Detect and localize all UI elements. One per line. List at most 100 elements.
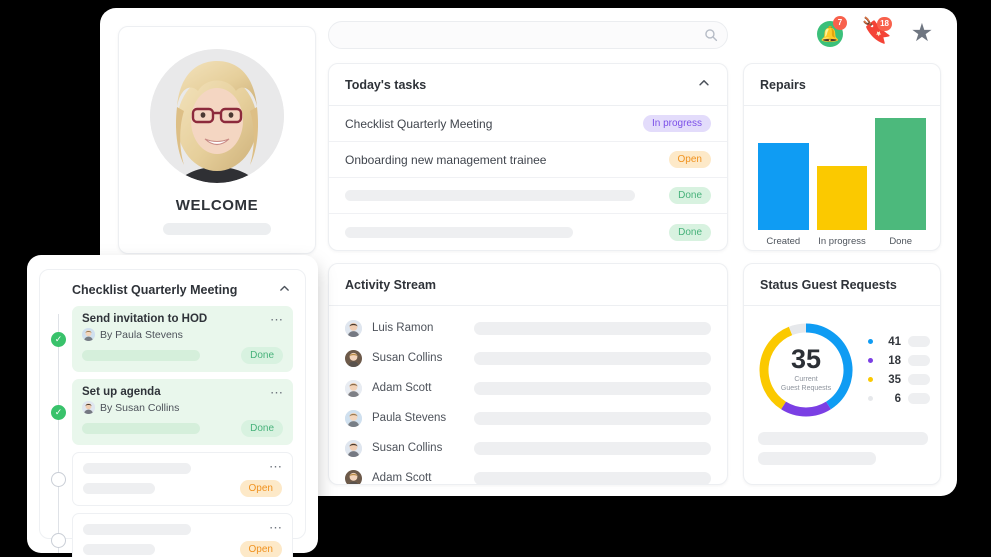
list-item[interactable]: Susan Collins [329, 344, 727, 372]
table-row[interactable]: Onboarding new management trainee Open [329, 142, 727, 178]
checklist-node-done[interactable]: ✓ [51, 331, 66, 347]
activity-user-name: Adam Scott [372, 472, 432, 484]
activity-user-name: Paula Stevens [372, 412, 447, 424]
footer-placeholder-bar [758, 452, 876, 465]
screenshot-stage: 🔔 7 🔖 18 ★ WELCOME Today's tasks Checkli… [0, 0, 991, 557]
legend-label-placeholder [908, 374, 930, 385]
activity-stream-title: Activity Stream [345, 277, 437, 292]
list-item[interactable]: Adam Scott [329, 374, 727, 402]
page-title: Today's tasks [345, 77, 427, 92]
checklist-node-open[interactable] [51, 471, 66, 487]
activity-text-placeholder [474, 411, 711, 425]
status-badge: Done [241, 347, 283, 364]
activity-stream-card: Activity Stream Luis Ramon Susan Collins A… [328, 263, 728, 485]
bar-axis-labels: Created In progress Done [758, 236, 926, 247]
checklist-floating-panel: Checklist Quarterly Meeting ⋯ Send invita… [27, 255, 318, 557]
guest-requests-header: Status Guest Requests [744, 264, 940, 306]
avatar [345, 349, 362, 367]
checklist-item[interactable]: ⋯ Open [72, 513, 293, 557]
avatar [150, 49, 284, 183]
status-badge: Open [239, 480, 282, 497]
guest-requests-card: Status Guest Requests 35 Current Guest R… [743, 263, 941, 485]
checklist-item[interactable]: ⋯ Send invitation to HOD By Paula Stevens D… [72, 306, 293, 372]
bar-group [758, 118, 927, 230]
bar-label: In progress [818, 236, 866, 247]
todays-tasks-card: Today's tasks Checklist Quarterly Meetin… [328, 63, 728, 251]
table-row[interactable]: Done [329, 214, 727, 250]
checklist-card: Checklist Quarterly Meeting ⋯ Send invita… [39, 269, 306, 557]
status-badge: Done [241, 420, 283, 437]
profile-card: WELCOME [118, 26, 316, 254]
donut-center-label: 35 Current Guest Requests [754, 318, 858, 422]
checklist-item-byline: By Paula Stevens [82, 328, 283, 341]
guest-requests-title: Status Guest Requests [760, 277, 897, 292]
avatar [345, 409, 362, 427]
list-item[interactable]: Adam Scott [329, 464, 727, 484]
task-name: Checklist Quarterly Meeting [345, 116, 493, 131]
repairs-bar-chart: Created In progress Done [744, 106, 940, 250]
donut-caption: Current Guest Requests [781, 376, 831, 394]
legend-color-dot [868, 396, 873, 401]
checklist-node-done[interactable]: ✓ [51, 404, 66, 420]
checklist-item-placeholder [82, 350, 200, 361]
search-icon [704, 28, 718, 42]
checklist-item-title-placeholder [83, 524, 191, 535]
status-badge: Done [669, 187, 711, 204]
donut-caption-line2: Guest Requests [780, 385, 832, 392]
activity-user-name: Susan Collins [372, 442, 443, 454]
notifications-badge: 7 [833, 16, 847, 30]
more-options-icon[interactable]: ⋯ [269, 460, 283, 473]
checklist-item-title: Send invitation to HOD [82, 313, 208, 325]
favorites-button[interactable]: ★ [907, 18, 937, 48]
bar-column [816, 118, 868, 230]
legend-value: 6 [894, 392, 901, 405]
chevron-up-icon[interactable] [697, 76, 711, 93]
task-name-placeholder [345, 190, 635, 201]
notifications-button[interactable]: 🔔 7 [815, 16, 847, 48]
checklist-items: ⋯ Send invitation to HOD By Paula Stevens D… [40, 306, 305, 557]
activity-user-name: Luis Ramon [372, 322, 434, 334]
checklist-item-placeholder [83, 544, 155, 555]
todays-tasks-header: Today's tasks [329, 64, 727, 106]
checklist-item[interactable]: ⋯ Open [72, 452, 293, 506]
checklist-node-open[interactable] [51, 532, 66, 548]
avatar [345, 319, 362, 337]
checklist-item-title-placeholder [83, 463, 191, 474]
checklist-item-byline: By Susan Collins [82, 401, 283, 414]
task-name: Onboarding new management trainee [345, 152, 547, 167]
checklist-header: Checklist Quarterly Meeting [40, 270, 305, 306]
bar-column [758, 118, 809, 230]
list-item[interactable]: Luis Ramon [329, 314, 727, 342]
bookmarks-badge: 18 [877, 17, 892, 31]
checklist-item-title: Set up agenda [82, 386, 161, 398]
bar-label: Done [889, 236, 913, 247]
more-options-icon[interactable]: ⋯ [270, 313, 284, 326]
checklist-item[interactable]: ⋯ Set up agenda By Susan Collins Done [72, 379, 293, 445]
table-row[interactable]: Done [329, 178, 727, 214]
list-item[interactable]: Susan Collins [329, 434, 727, 462]
legend-label-placeholder [908, 393, 930, 404]
repairs-card: Repairs Created In progress Done [743, 63, 941, 251]
activity-text-placeholder [474, 321, 711, 335]
more-options-icon[interactable]: ⋯ [270, 386, 284, 399]
search-bar[interactable] [328, 21, 728, 49]
more-options-icon[interactable]: ⋯ [269, 521, 283, 534]
activity-user-name: Adam Scott [372, 382, 432, 394]
table-row[interactable]: Checklist Quarterly Meeting In progress [329, 106, 727, 142]
search-input[interactable] [343, 22, 713, 48]
bar [758, 142, 809, 230]
top-bar-actions: 🔔 7 🔖 18 ★ [815, 16, 937, 48]
checklist-timeline-rail [58, 314, 59, 553]
chevron-up-icon[interactable] [278, 282, 291, 298]
bar-label: Created [766, 236, 801, 247]
star-icon: ★ [910, 19, 934, 47]
avatar [82, 401, 95, 414]
status-badge: Open [239, 541, 282, 557]
bookmarks-button[interactable]: 🔖 18 [861, 17, 892, 48]
legend-item: 35 [868, 370, 930, 389]
status-badge: Open [668, 151, 711, 168]
status-badge: Done [669, 223, 711, 241]
legend-color-dot [868, 358, 873, 363]
list-item[interactable]: Paula Stevens [329, 404, 727, 432]
activity-text-placeholder [474, 471, 711, 484]
